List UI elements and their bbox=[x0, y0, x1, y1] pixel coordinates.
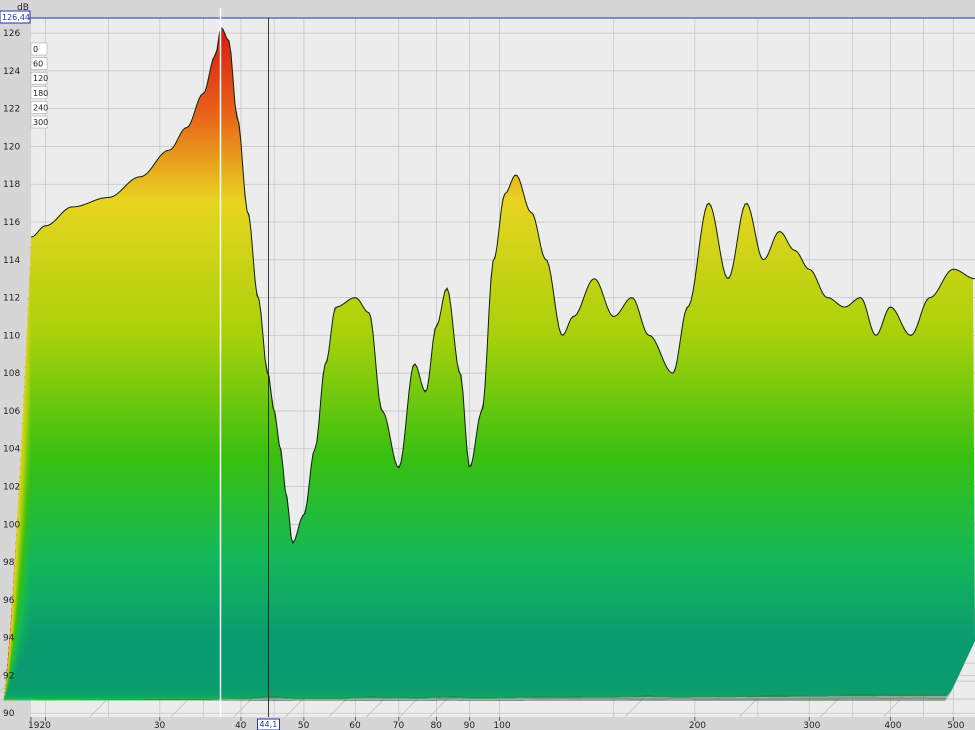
y-tick-label: 114 bbox=[3, 256, 20, 266]
time-label: 60 bbox=[33, 60, 43, 69]
time-label: 0 bbox=[33, 45, 38, 54]
y-tick-label: 118 bbox=[3, 180, 20, 190]
cursor-x-label: 44,1 bbox=[259, 720, 277, 729]
x-tick-label: 400 bbox=[884, 721, 901, 730]
waterfall-chart: 19 20 30 40 50 60 70 80 90 100 200 300 400 500 90 92 94… bbox=[0, 0, 975, 730]
x-tick-label: 40 bbox=[235, 721, 247, 730]
x-axis-ticks: 19 20 30 40 50 60 70 80 90 100 200 300 400 500 bbox=[0, 717, 975, 730]
x-tick-label: 200 bbox=[689, 721, 706, 730]
y-tick-label: 96 bbox=[3, 596, 15, 606]
y-tick-label: 106 bbox=[3, 407, 20, 417]
time-label: 180 bbox=[33, 89, 48, 98]
y-tick-label: 120 bbox=[3, 142, 20, 152]
cursor-y-label: 126,44 bbox=[2, 13, 30, 22]
time-label: 300 bbox=[33, 118, 48, 127]
y-tick-label: 90 bbox=[3, 709, 15, 719]
y-tick-label: 126 bbox=[3, 29, 20, 39]
y-tick-label: 100 bbox=[3, 520, 20, 530]
x-tick-label: 70 bbox=[393, 721, 405, 730]
y-tick-label: 110 bbox=[3, 331, 20, 341]
y-tick-label: 92 bbox=[3, 671, 14, 681]
y-tick-label: 124 bbox=[3, 67, 20, 77]
y-tick-label: 116 bbox=[3, 218, 20, 228]
x-axis-band bbox=[0, 717, 975, 730]
y-tick-label: 104 bbox=[3, 445, 20, 455]
x-tick-label: 300 bbox=[803, 721, 820, 730]
time-label: 240 bbox=[33, 103, 48, 112]
y-tick-label: 108 bbox=[3, 369, 20, 379]
x-tick-label: 500 bbox=[947, 721, 964, 730]
time-label: 120 bbox=[33, 74, 48, 83]
y-tick-label: 112 bbox=[3, 294, 20, 304]
x-tick-label: 20 bbox=[39, 721, 51, 730]
x-tick-label: 30 bbox=[154, 721, 166, 730]
x-tick-label: 90 bbox=[464, 721, 476, 730]
y-tick-label: 122 bbox=[3, 105, 20, 115]
x-tick-label: 100 bbox=[493, 721, 510, 730]
x-tick-label: 80 bbox=[430, 721, 442, 730]
x-tick-label: 60 bbox=[349, 721, 361, 730]
x-tick-label: 19 bbox=[28, 721, 40, 730]
y-tick-label: 94 bbox=[3, 634, 15, 644]
x-tick-label: 50 bbox=[298, 721, 310, 730]
y-tick-label: 102 bbox=[3, 483, 20, 493]
y-tick-label: 98 bbox=[3, 558, 15, 568]
